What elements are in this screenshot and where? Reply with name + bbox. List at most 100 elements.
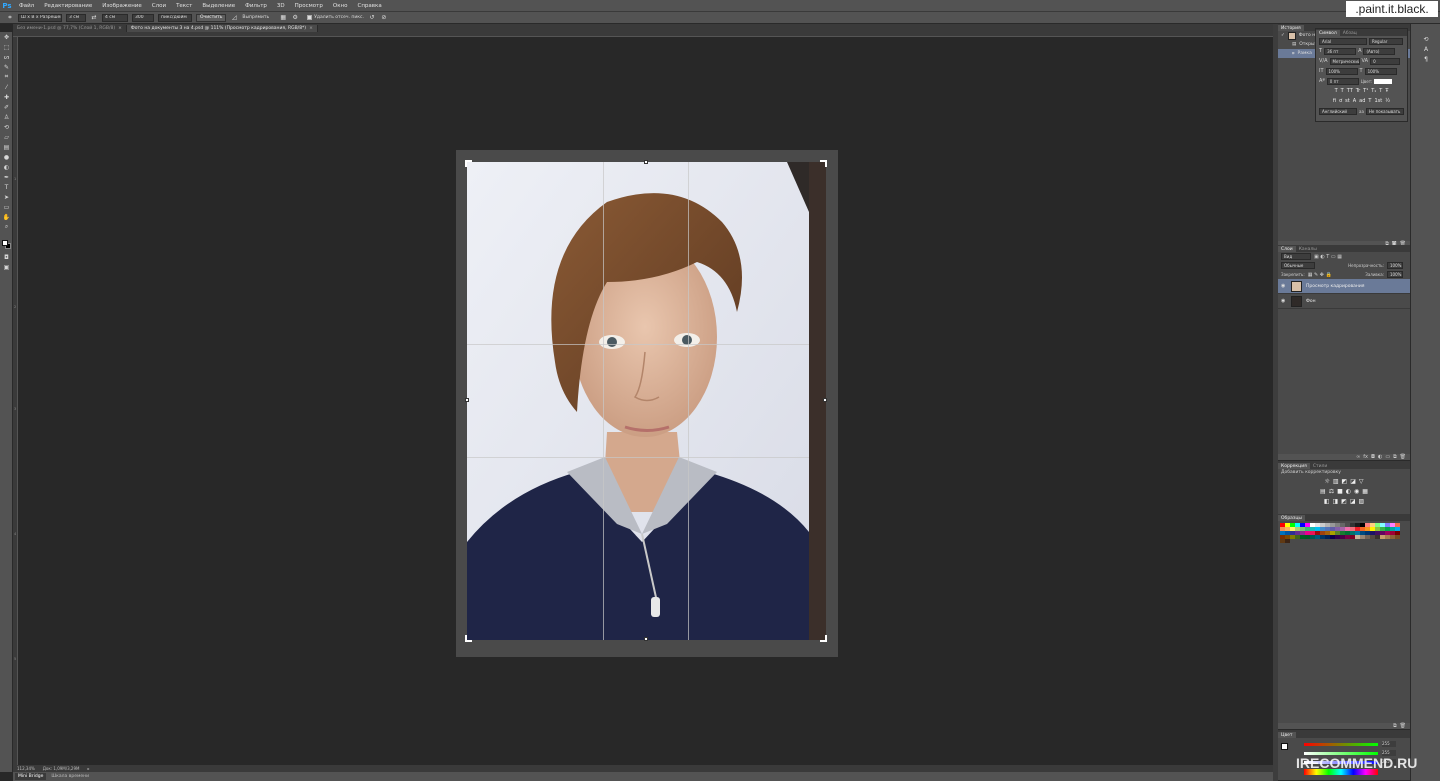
ligatures-button[interactable]: fi — [1333, 98, 1336, 104]
filter-icons[interactable]: ▣ ◐ T ▭ ▦ — [1314, 254, 1342, 260]
small-caps-button[interactable]: Tr — [1356, 88, 1360, 94]
titling-button[interactable]: ad — [1359, 98, 1365, 104]
menu-3d[interactable]: 3D — [272, 3, 290, 9]
close-icon[interactable]: × — [118, 26, 122, 31]
language-select[interactable]: Английский — [1319, 107, 1357, 115]
font-style-select[interactable]: Regular — [1369, 37, 1403, 45]
zoom-tool-icon[interactable]: ⌕ — [0, 222, 13, 232]
menu-select[interactable]: Выделение — [197, 3, 240, 9]
straighten-label[interactable]: Выпрямить — [242, 15, 269, 20]
vertical-scale-field[interactable]: 100% — [1325, 67, 1358, 75]
marquee-tool-icon[interactable]: ⬚ — [0, 42, 13, 52]
swap-icon[interactable]: ⇄ — [90, 14, 98, 22]
gradient-tool-icon[interactable]: ▤ — [0, 142, 13, 152]
swash-button[interactable]: st — [1345, 98, 1350, 104]
layer-row[interactable]: ◉ Фон — [1278, 294, 1410, 309]
old-style-button[interactable]: ơ — [1339, 98, 1342, 104]
straighten-icon[interactable]: ◿ — [230, 14, 238, 22]
menu-window[interactable]: Окно — [328, 3, 353, 9]
vibrance-icon[interactable]: ▽ — [1359, 478, 1364, 485]
color-swatch[interactable] — [1285, 539, 1290, 543]
faux-bold-button[interactable]: T — [1335, 88, 1338, 94]
contextual-button[interactable]: T — [1368, 98, 1371, 104]
gradient-map-icon[interactable]: ◪ — [1350, 498, 1356, 505]
exposure-icon[interactable]: ◪ — [1350, 478, 1356, 485]
tab-timeline[interactable]: Шкала времени — [48, 773, 92, 780]
paragraph-dock-icon[interactable]: ¶ — [1411, 54, 1440, 64]
cancel-icon[interactable]: ⊘ — [380, 14, 388, 22]
curves-icon[interactable]: ◩ — [1342, 478, 1348, 485]
tab-mini-bridge[interactable]: Mini Bridge — [15, 773, 47, 780]
fill-field[interactable]: 100% — [1387, 271, 1403, 278]
history-dock-icon[interactable]: ⟲ — [1411, 34, 1440, 44]
crop-ratio-select[interactable]: Ш x В x Разрешение — [18, 13, 62, 22]
history-brush-tool-icon[interactable]: ⟲ — [0, 122, 13, 132]
faux-italic-button[interactable]: T — [1341, 88, 1344, 94]
tab-history[interactable]: История — [1278, 25, 1304, 31]
delete-pixels-checkbox[interactable]: Удалить отсеч. пикс. — [307, 15, 364, 20]
crop-corner-handle[interactable] — [820, 160, 827, 167]
healing-brush-tool-icon[interactable]: ✚ — [0, 92, 13, 102]
invert-icon[interactable]: ◧ — [1324, 498, 1330, 505]
menu-filter[interactable]: Фильтр — [240, 3, 272, 9]
quick-select-tool-icon[interactable]: ✎ — [0, 62, 13, 72]
path-select-tool-icon[interactable]: ➤ — [0, 192, 13, 202]
reset-icon[interactable]: ↺ — [368, 14, 376, 22]
clone-stamp-tool-icon[interactable]: ♙ — [0, 112, 13, 122]
strikethrough-button[interactable]: Ŧ — [1385, 88, 1388, 94]
document-canvas[interactable] — [456, 150, 838, 657]
color-slider-r[interactable] — [1304, 743, 1378, 746]
tracking-field[interactable]: 0 — [1370, 57, 1401, 65]
menu-view[interactable]: Просмотр — [290, 3, 328, 9]
hue-saturation-icon[interactable]: ▤ — [1320, 488, 1326, 495]
shape-tool-icon[interactable]: ▭ — [0, 202, 13, 212]
quick-mask-icon[interactable]: ◘ — [0, 252, 13, 262]
zoom-level[interactable]: 112,34% — [17, 766, 35, 771]
leading-field[interactable]: (Авто) — [1363, 47, 1396, 55]
trash-icon[interactable]: 🗑 — [1400, 454, 1406, 460]
new-layer-icon[interactable]: ⧉ — [1393, 454, 1397, 460]
tab-passport-photo[interactable]: Фото на документы 3 на 4.psd @ 111% (Про… — [126, 25, 318, 32]
tab-character[interactable]: Символ — [1316, 30, 1340, 36]
black-white-icon[interactable]: ■ — [1337, 488, 1343, 495]
eyedropper-tool-icon[interactable]: ⁄ — [0, 82, 13, 92]
tab-swatches[interactable]: Образцы — [1278, 515, 1305, 521]
new-swatch-icon[interactable]: ⧉ — [1393, 723, 1397, 729]
lasso-tool-icon[interactable]: ᔕ — [0, 52, 13, 62]
color-lookup-icon[interactable]: ▦ — [1362, 488, 1368, 495]
brightness-icon[interactable]: ☼ — [1324, 478, 1329, 485]
move-tool-icon[interactable]: ✥ — [0, 32, 13, 42]
layer-kind-select[interactable]: Вид — [1281, 253, 1311, 260]
channel-mixer-icon[interactable]: ◉ — [1354, 488, 1359, 495]
tab-color[interactable]: Цвет — [1278, 732, 1296, 738]
color-balance-icon[interactable]: ⚖ — [1329, 488, 1334, 495]
tab-paragraph[interactable]: Абзац — [1340, 30, 1360, 36]
subscript-button[interactable]: T₁ — [1371, 88, 1376, 94]
posterize-icon[interactable]: ◨ — [1332, 498, 1338, 505]
menu-file[interactable]: Файл — [14, 3, 39, 9]
hand-tool-icon[interactable]: ✋ — [0, 212, 13, 222]
crop-height-field[interactable]: 4 см — [102, 13, 128, 22]
threshold-icon[interactable]: ◩ — [1341, 498, 1347, 505]
blend-mode-select[interactable]: Обычные — [1281, 262, 1315, 269]
crop-tool-icon[interactable]: ⌗ — [6, 14, 14, 22]
color-swatch[interactable] — [1395, 535, 1400, 539]
adjustment-icon[interactable]: ◐ — [1378, 454, 1382, 460]
layer-row[interactable]: ◉ Просмотр кадрирования — [1278, 279, 1410, 294]
canvas-area[interactable] — [18, 37, 1273, 765]
clear-button[interactable]: Очистить — [196, 13, 227, 22]
foreground-color-swatch[interactable] — [2, 240, 8, 246]
eye-icon[interactable]: ◉ — [1281, 298, 1287, 304]
tab-styles[interactable]: Стили — [1310, 463, 1331, 469]
fractions-button[interactable]: ½ — [1385, 98, 1390, 104]
crop-corner-handle[interactable] — [465, 635, 472, 642]
tab-untitled[interactable]: Без имени-1.psd @ 77,7% (Слой 1, RGB/8) … — [13, 25, 127, 32]
horizontal-scale-field[interactable]: 100% — [1364, 67, 1397, 75]
overlay-grid-icon[interactable]: ▦ — [279, 14, 287, 22]
crop-edge-handle[interactable] — [823, 398, 827, 402]
crop-edge-handle[interactable] — [465, 398, 469, 402]
underline-button[interactable]: T — [1379, 88, 1382, 94]
color-fg-swatch[interactable] — [1281, 743, 1288, 750]
mask-icon[interactable]: ◘ — [1371, 454, 1375, 460]
tab-adjustments[interactable]: Коррекция — [1278, 463, 1310, 469]
